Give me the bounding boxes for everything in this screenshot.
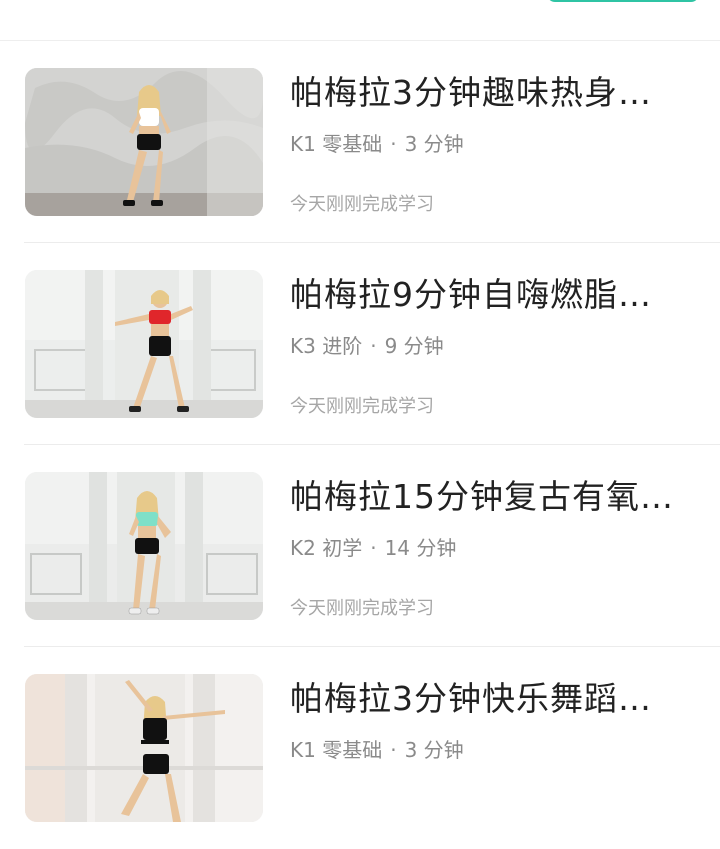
course-level: K1 零基础 [290,738,383,762]
course-item[interactable]: 帕梅拉9分钟自嗨燃脂… K3 进阶 · 9 分钟 今天刚刚完成学习 [0,243,720,445]
course-title: 帕梅拉15分钟复古有氧… [290,477,674,516]
course-status: 今天刚刚完成学习 [290,194,434,215]
meta-separator: · [390,132,397,156]
course-meta: K3 进阶 · 9 分钟 [290,333,444,359]
course-thumbnail-image [25,472,263,620]
course-thumbnail [25,472,263,620]
course-meta: K1 零基础 · 3 分钟 [290,131,464,157]
course-item[interactable]: 帕梅拉3分钟趣味热身… K1 零基础 · 3 分钟 今天刚刚完成学习 [0,41,720,243]
course-duration: 9 分钟 [384,334,444,358]
course-thumbnail [25,68,263,216]
course-level: K3 进阶 [290,334,363,358]
course-thumbnail-image [25,674,263,822]
course-title: 帕梅拉3分钟快乐舞蹈… [290,679,652,718]
meta-separator: · [370,334,377,358]
course-list: 帕梅拉3分钟趣味热身… K1 零基础 · 3 分钟 今天刚刚完成学习 帕梅拉9分… [0,41,720,849]
top-action-button[interactable] [547,0,699,2]
top-bar [0,0,720,41]
course-thumbnail-image [25,270,263,418]
course-status: 今天刚刚完成学习 [290,598,434,619]
course-duration: 3 分钟 [404,738,464,762]
meta-separator: · [370,536,377,560]
meta-separator: · [390,738,397,762]
course-duration: 14 分钟 [384,536,457,560]
course-thumbnail-image [25,68,263,216]
course-level: K2 初学 [290,536,363,560]
course-thumbnail [25,674,263,822]
course-meta: K2 初学 · 14 分钟 [290,535,456,561]
course-thumbnail [25,270,263,418]
course-item[interactable]: 帕梅拉15分钟复古有氧… K2 初学 · 14 分钟 今天刚刚完成学习 [0,445,720,647]
course-title: 帕梅拉3分钟趣味热身… [290,73,652,112]
course-duration: 3 分钟 [404,132,464,156]
course-status: 今天刚刚完成学习 [290,396,434,417]
course-level: K1 零基础 [290,132,383,156]
course-item[interactable]: 帕梅拉3分钟快乐舞蹈… K1 零基础 · 3 分钟 [0,647,720,849]
course-meta: K1 零基础 · 3 分钟 [290,737,464,763]
course-title: 帕梅拉9分钟自嗨燃脂… [290,275,652,314]
